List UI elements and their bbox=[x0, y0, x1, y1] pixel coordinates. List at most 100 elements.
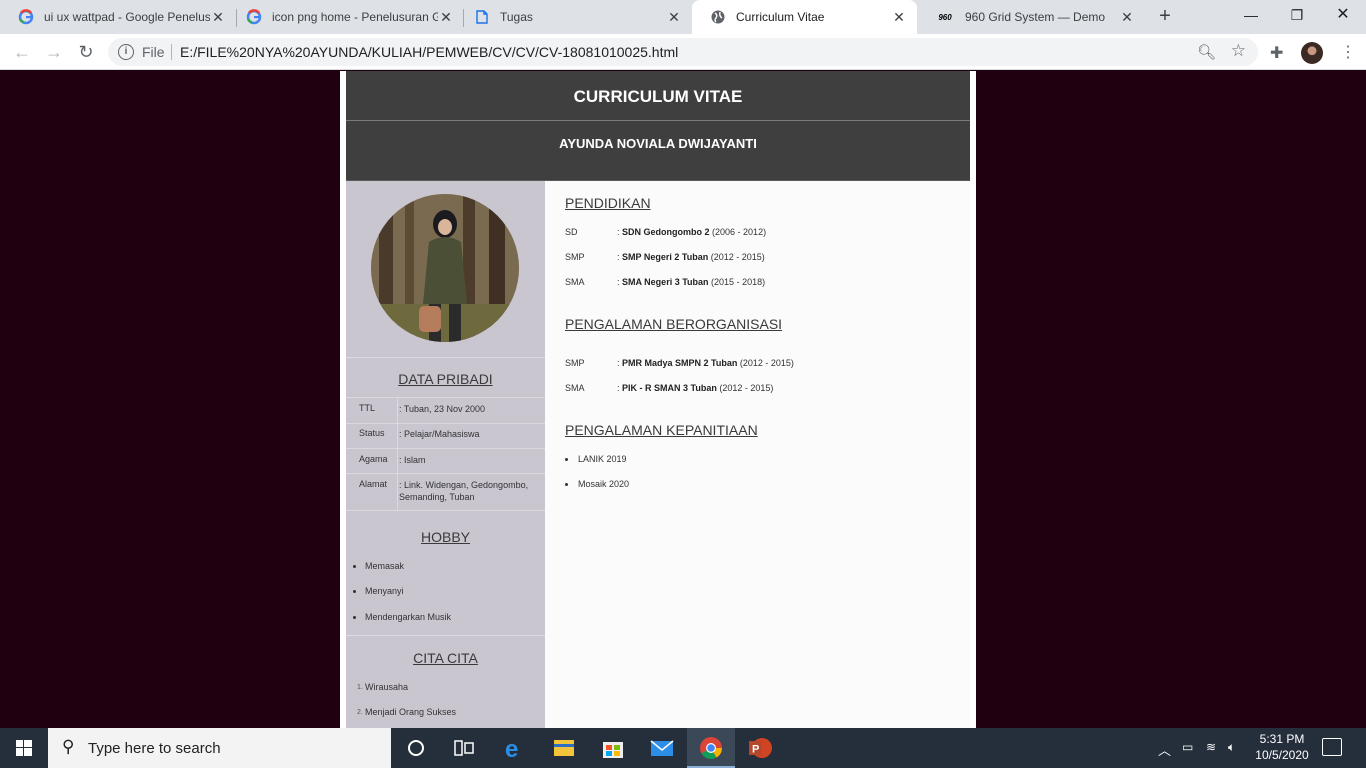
forward-button[interactable]: → bbox=[40, 38, 68, 66]
reload-button[interactable]: ↻ bbox=[72, 38, 100, 66]
committee-item: LANIK 2019 bbox=[578, 454, 627, 464]
tab-google-search-2[interactable]: icon png home - Penelusuran Google ✕ bbox=[228, 0, 464, 34]
address-bar[interactable]: i File E:/FILE%20NYA%20AYUNDA/KULIAH/PEM… bbox=[108, 38, 1258, 66]
organization-detail: : PMR Madya SMPN 2 Tuban (2012 - 2015) bbox=[617, 358, 794, 368]
school-name: SDN Gedongombo 2 bbox=[622, 227, 710, 237]
header-divider bbox=[346, 120, 970, 121]
table-line bbox=[346, 397, 545, 398]
task-view-button[interactable] bbox=[440, 728, 488, 768]
sidebar-divider bbox=[346, 357, 545, 358]
tab-tugas[interactable]: Tugas ✕ bbox=[456, 0, 692, 34]
table-line bbox=[346, 423, 545, 424]
menu-kebab-icon[interactable]: ⋮ bbox=[1340, 42, 1356, 62]
cv-sidebar: DATA PRIBADI TTL : Tuban, 23 Nov 2000 St… bbox=[346, 181, 545, 728]
clock-date: 10/5/2020 bbox=[1255, 748, 1309, 762]
bullet bbox=[353, 565, 356, 568]
edge-icon: e bbox=[505, 736, 518, 763]
tab-google-search-1[interactable]: ui ux wattpad - Google Penelusuran ✕ bbox=[0, 0, 236, 34]
bullet bbox=[565, 483, 568, 486]
cortana-icon bbox=[408, 740, 424, 756]
taskbar-search-input[interactable]: ⚲ Type here to search bbox=[48, 728, 391, 768]
hobby-item: Mendengarkan Musik bbox=[365, 612, 452, 622]
file-explorer-button[interactable] bbox=[540, 728, 588, 768]
school-years: (2006 - 2012) bbox=[712, 227, 767, 237]
kepanitiaan-heading: PENGALAMAN KEPANITIAAN bbox=[565, 422, 758, 438]
bookmark-star-icon[interactable]: ☆ bbox=[1231, 41, 1246, 61]
education-level: SMP bbox=[565, 252, 585, 262]
google-icon bbox=[18, 9, 34, 25]
data-pribadi-heading: DATA PRIBADI bbox=[398, 371, 493, 387]
browser-toolbar: ← → ↻ i File E:/FILE%20NYA%20AYUNDA/KULI… bbox=[0, 34, 1366, 70]
chrome-icon bbox=[700, 737, 722, 759]
minimize-button[interactable]: — bbox=[1228, 0, 1274, 32]
school-name: SMP Negeri 2 Tuban bbox=[622, 252, 709, 262]
close-icon[interactable]: ✕ bbox=[1119, 9, 1135, 25]
chrome-button[interactable] bbox=[687, 728, 735, 768]
960-icon: 960 bbox=[938, 12, 952, 22]
table-column-line bbox=[397, 397, 398, 510]
info-label: Alamat bbox=[359, 479, 388, 489]
close-icon[interactable]: ✕ bbox=[438, 9, 454, 25]
bullet bbox=[353, 590, 356, 593]
organisasi-heading: PENGALAMAN BERORGANISASI bbox=[565, 316, 783, 332]
organization-level: SMA bbox=[565, 383, 585, 393]
windows-start-button[interactable] bbox=[0, 728, 48, 768]
cv-header: CURRICULUM VITAE AYUNDA NOVIALA DWIJAYAN… bbox=[346, 71, 970, 181]
svg-text:P: P bbox=[752, 744, 759, 756]
education-detail: : SMP Negeri 2 Tuban (2012 - 2015) bbox=[617, 252, 765, 262]
bullet bbox=[565, 458, 568, 461]
school-years: (2012 - 2015) bbox=[710, 252, 765, 262]
close-window-button[interactable]: ✕ bbox=[1320, 0, 1366, 32]
new-tab-button[interactable]: + bbox=[1153, 5, 1177, 29]
hobby-heading: HOBBY bbox=[420, 529, 470, 545]
back-button[interactable]: ← bbox=[8, 38, 36, 66]
system-clock[interactable]: 5:31 PM 10/5/2020 bbox=[1250, 731, 1314, 763]
tab-title: ui ux wattpad - Google Penelusuran bbox=[44, 10, 210, 24]
mail-icon bbox=[650, 740, 674, 756]
chevron-up-icon[interactable]: ︿ bbox=[1158, 740, 1171, 759]
volume-icon[interactable]: 🔈︎ bbox=[1228, 740, 1235, 755]
search-icon: ⚲ bbox=[62, 737, 75, 756]
zoom-icon[interactable]: 🔍︎ bbox=[1197, 43, 1216, 61]
cv-title: CURRICULUM VITAE bbox=[573, 87, 743, 106]
organization-years: (2012 - 2015) bbox=[719, 383, 774, 393]
url-text[interactable]: E:/FILE%20NYA%20AYUNDA/KULIAH/PEMWEB/CV/… bbox=[180, 44, 678, 60]
profile-photo bbox=[371, 194, 519, 342]
tab-curriculum-vitae[interactable]: Curriculum Vitae ✕ bbox=[692, 0, 917, 34]
cortana-button[interactable] bbox=[392, 728, 440, 768]
battery-icon[interactable]: ▭ bbox=[1182, 740, 1193, 754]
svg-text:e: e bbox=[505, 736, 518, 763]
organization-level: SMP bbox=[565, 358, 585, 368]
info-label: TTL bbox=[359, 403, 376, 413]
windows-logo-icon bbox=[16, 740, 32, 756]
restore-button[interactable]: ❐ bbox=[1274, 0, 1320, 32]
close-icon[interactable]: ✕ bbox=[666, 9, 682, 25]
search-placeholder: Type here to search bbox=[88, 740, 221, 757]
info-value: : Tuban, 23 Nov 2000 bbox=[399, 404, 486, 414]
profile-avatar[interactable] bbox=[1301, 42, 1323, 64]
address-divider bbox=[171, 44, 172, 60]
info-label: Agama bbox=[359, 454, 388, 464]
education-level: SD bbox=[565, 227, 578, 237]
tab-title: icon png home - Penelusuran Google bbox=[272, 10, 438, 24]
mail-button[interactable] bbox=[638, 728, 686, 768]
powerpoint-button[interactable]: P bbox=[736, 728, 784, 768]
info-icon[interactable]: i bbox=[118, 44, 134, 60]
extensions-puzzle-icon[interactable]: ✚ bbox=[1270, 43, 1283, 63]
wifi-icon[interactable]: ≋ bbox=[1206, 740, 1216, 754]
task-view-icon bbox=[454, 740, 474, 756]
info-value: : Link. Widengan, Gedongombo, Semanding,… bbox=[399, 480, 529, 502]
edge-app-button[interactable]: e bbox=[490, 728, 538, 768]
education-level: SMA bbox=[565, 277, 585, 287]
store-button[interactable] bbox=[589, 728, 637, 768]
store-bag-icon bbox=[603, 742, 623, 758]
tab-960-grid[interactable]: 960 960 Grid System — Demo ✕ bbox=[917, 0, 1145, 34]
notification-icon[interactable] bbox=[1322, 738, 1342, 756]
close-icon[interactable]: ✕ bbox=[210, 9, 226, 25]
file-icon bbox=[474, 9, 490, 25]
tab-title: Curriculum Vitae bbox=[736, 10, 825, 24]
table-line bbox=[346, 510, 545, 511]
close-icon[interactable]: ✕ bbox=[891, 9, 907, 25]
organization-detail: : PIK - R SMAN 3 Tuban (2012 - 2015) bbox=[617, 383, 774, 393]
powerpoint-icon: P bbox=[749, 738, 772, 758]
